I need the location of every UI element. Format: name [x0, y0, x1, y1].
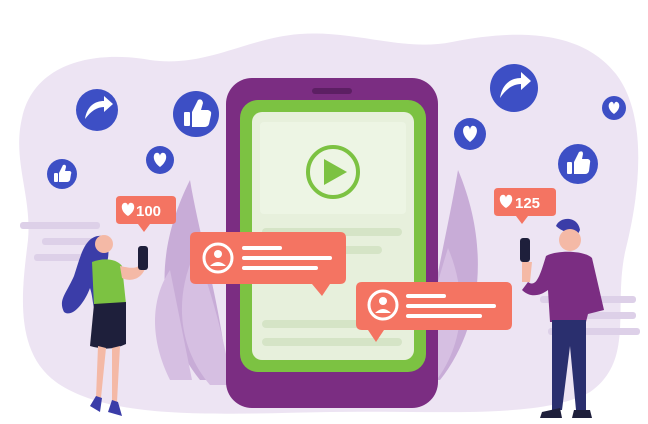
woman-skirt [90, 302, 126, 349]
woman-phone [138, 246, 148, 270]
share-arrow-icon[interactable] [76, 89, 118, 131]
woman-head [95, 235, 113, 253]
like-count-right: 125 [515, 195, 540, 212]
man-head [559, 229, 581, 251]
man-phone [520, 238, 530, 262]
thumbs-up-icon[interactable] [47, 159, 77, 189]
like-count-left: 100 [136, 203, 161, 220]
heart-icon[interactable] [602, 96, 626, 120]
thumbs-up-icon[interactable] [173, 91, 219, 137]
heart-icon[interactable] [454, 118, 486, 150]
social-media-illustration: 100 125 [19, 33, 640, 418]
heart-icon[interactable] [146, 146, 174, 174]
thumbs-up-icon[interactable] [558, 144, 598, 184]
phone-speaker [312, 88, 352, 94]
share-arrow-icon[interactable] [490, 64, 538, 112]
